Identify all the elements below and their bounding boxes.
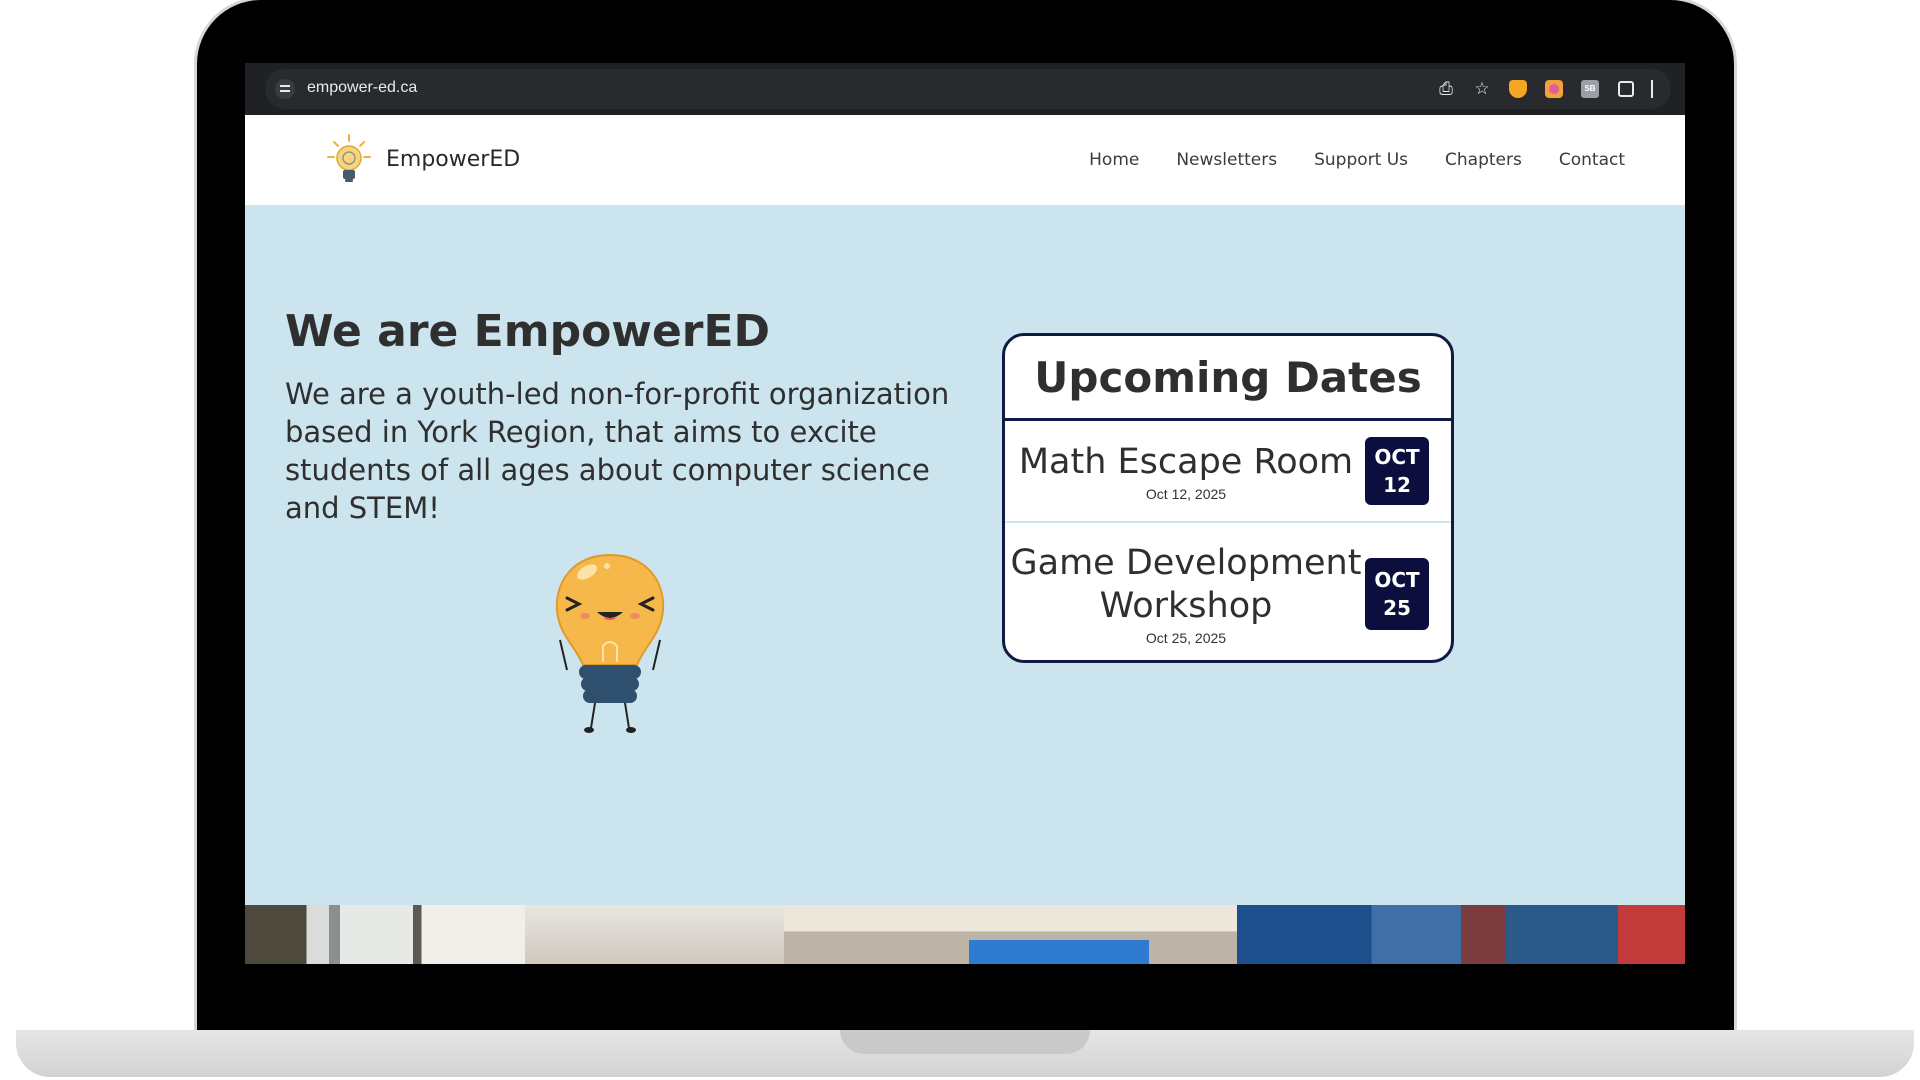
toolbar-icons: ⎙ ☆ SB bbox=[1435, 78, 1653, 100]
event-date-badge: OCT 12 bbox=[1365, 437, 1429, 505]
url-text[interactable]: empower-ed.ca bbox=[307, 79, 417, 97]
photo-gallery-strip bbox=[245, 905, 1685, 964]
extension-flower-icon[interactable] bbox=[1543, 78, 1565, 100]
event-info: Math Escape Room Oct 12, 2025 bbox=[1005, 441, 1367, 502]
event-name: Math Escape Room bbox=[1018, 441, 1354, 482]
event-date: Oct 12, 2025 bbox=[1145, 485, 1227, 502]
nav-contact[interactable]: Contact bbox=[1559, 150, 1625, 170]
gallery-photo bbox=[245, 905, 525, 964]
extension-sb-icon[interactable]: SB bbox=[1579, 78, 1601, 100]
event-item[interactable]: Game Development Workshop Oct 25, 2025 O… bbox=[1005, 523, 1451, 660]
main-nav: Home Newsletters Support Us Chapters Con… bbox=[1089, 150, 1625, 170]
site-header: EmpowerED Home Newsletters Support Us Ch… bbox=[245, 115, 1685, 205]
browser-screen: empower-ed.ca ⎙ ☆ SB EmpowerED Home News… bbox=[245, 63, 1685, 964]
event-badge-month: OCT bbox=[1374, 445, 1420, 469]
upcoming-dates-card: Upcoming Dates Math Escape Room Oct 12, … bbox=[1002, 333, 1454, 663]
nav-support-us[interactable]: Support Us bbox=[1314, 150, 1408, 170]
gallery-photo bbox=[784, 905, 1237, 964]
tune-icon[interactable] bbox=[275, 79, 295, 99]
nav-chapters[interactable]: Chapters bbox=[1445, 150, 1522, 170]
browser-toolbar: empower-ed.ca ⎙ ☆ SB bbox=[245, 63, 1685, 115]
hero-title: We are EmpowerED bbox=[285, 306, 771, 357]
laptop-notch bbox=[840, 1030, 1090, 1054]
puzzle-icon[interactable] bbox=[1615, 78, 1637, 100]
brand-name[interactable]: EmpowerED bbox=[386, 147, 520, 172]
gallery-photo bbox=[1237, 905, 1685, 964]
nav-newsletters[interactable]: Newsletters bbox=[1176, 150, 1277, 170]
event-date-badge: OCT 25 bbox=[1365, 557, 1429, 630]
hero-description: We are a youth-led non-for-profit organi… bbox=[285, 377, 950, 525]
event-date: Oct 25, 2025 bbox=[1145, 629, 1227, 646]
address-bar[interactable]: empower-ed.ca ⎙ ☆ SB bbox=[265, 69, 1671, 109]
extension-shield-icon[interactable] bbox=[1507, 78, 1529, 100]
event-badge-day: 12 bbox=[1383, 473, 1411, 497]
lightbulb-mascot-icon bbox=[555, 553, 665, 733]
event-badge-day: 25 bbox=[1383, 595, 1411, 620]
nav-home[interactable]: Home bbox=[1089, 150, 1139, 170]
lightbulb-logo-icon[interactable] bbox=[325, 133, 373, 187]
event-info: Game Development Workshop Oct 25, 2025 bbox=[1005, 542, 1367, 646]
install-icon[interactable]: ⎙ bbox=[1435, 78, 1457, 100]
event-name: Game Development Workshop bbox=[1010, 542, 1362, 626]
toolbar-divider bbox=[1651, 80, 1653, 98]
event-item[interactable]: Math Escape Room Oct 12, 2025 OCT 12 bbox=[1005, 421, 1451, 523]
star-icon[interactable]: ☆ bbox=[1471, 78, 1493, 100]
upcoming-dates-title: Upcoming Dates bbox=[1005, 336, 1451, 421]
event-badge-month: OCT bbox=[1374, 567, 1420, 592]
gallery-photo bbox=[525, 905, 784, 964]
